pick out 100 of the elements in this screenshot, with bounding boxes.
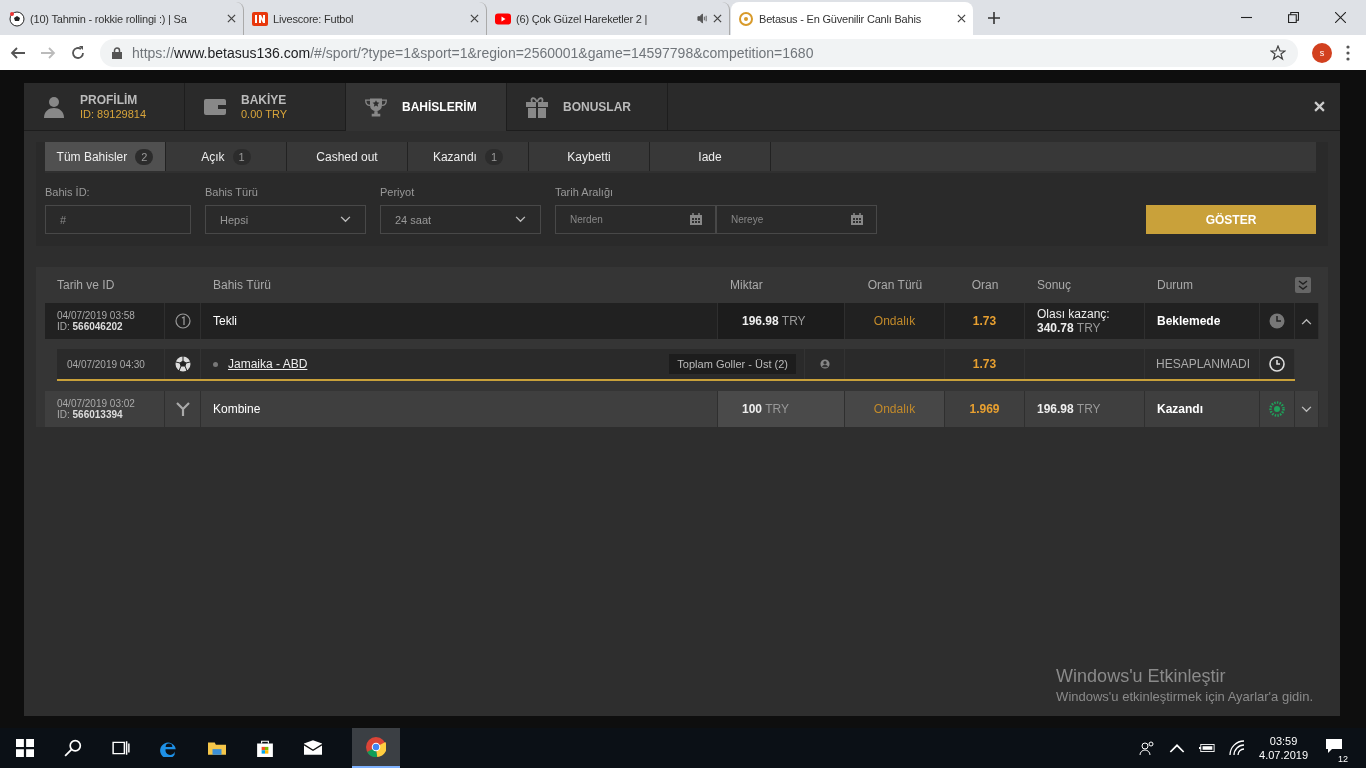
bet-status: Beklemede <box>1157 314 1222 328</box>
filter-tab[interactable]: Kazandı 1 <box>408 142 529 171</box>
task-view-icon[interactable] <box>112 739 130 757</box>
filter-tab[interactable]: Tüm Bahisler 2 <box>45 142 166 171</box>
count-badge: 1 <box>232 148 251 165</box>
column-header: Miktar <box>729 278 764 292</box>
tab-label: Kaybetti <box>567 149 611 164</box>
tab-title: Betasus - En Güvenilir Canlı Bahis <box>759 12 922 25</box>
person-icon <box>42 94 66 119</box>
close-tab-icon[interactable] <box>470 14 479 23</box>
address-field[interactable]: https://www.betasus136.com/#/sport/?type=1&sport=1&region=2560001&game=14597798&competition=1680 <box>100 38 1298 67</box>
chevron-down-icon <box>515 216 526 223</box>
store-bag-icon[interactable] <box>256 739 274 757</box>
restore-icon[interactable] <box>1288 12 1299 23</box>
column-header: Sonuç <box>1036 278 1073 292</box>
account-tab[interactable]: BONUSLAR <box>507 83 668 130</box>
tab-subtitle: ID: 89129814 <box>80 108 147 120</box>
tab-label: Tüm Bahisler <box>56 149 128 164</box>
odds-value: 1.969 <box>969 402 1000 416</box>
odds-value: 1.73 <box>972 314 997 328</box>
field-label: Bahis İD: <box>45 186 91 198</box>
tab-title: BAHİSLERİM <box>402 100 477 114</box>
notifications-icon[interactable] <box>1326 738 1342 754</box>
wifi-icon[interactable] <box>1229 740 1246 756</box>
close-tab-icon[interactable] <box>713 14 722 23</box>
merge-arrows-icon <box>174 401 191 417</box>
close-tab-icon[interactable] <box>227 14 236 23</box>
tab-title: Livescore: Futbol <box>273 12 355 25</box>
calendar-icon[interactable] <box>851 213 863 225</box>
bet-row[interactable]: 04/07/2019 03:58 ID: 566046202 Tekli 196.98 TRY Ondalık 1.73 Olası kazanç: 340.78 TRY Beklemede <box>45 303 1319 339</box>
browser-tab[interactable]: Betasus - En Güvenilir Canlı Bahis <box>731 2 973 35</box>
column-header: Tarih ve ID <box>56 278 116 292</box>
bet-date: 04/07/2019 03:58 <box>57 310 136 321</box>
url-text: https://www.betasus136.com/#/sport/?type=1&sport=1&region=2560001&game=14597798&competition=1680 <box>132 44 815 61</box>
menu-icon[interactable] <box>1346 44 1350 61</box>
bet-id-field[interactable]: # <box>45 205 191 234</box>
match-link[interactable]: Jamaika - ABD <box>228 357 308 371</box>
mail-icon[interactable] <box>304 739 322 757</box>
chevron-up-icon[interactable] <box>1301 317 1312 325</box>
chevron-down-icon[interactable] <box>1301 405 1312 413</box>
star-icon[interactable] <box>1270 44 1286 61</box>
event-date: 04/07/2019 04:30 <box>57 349 165 379</box>
gift-icon <box>525 94 549 119</box>
odds-type: Ondalık <box>873 314 916 328</box>
odds-value: 1.73 <box>945 349 1025 379</box>
dropdown[interactable]: Hepsi <box>205 205 366 234</box>
field-label: Tarih Aralığı <box>555 186 615 198</box>
search-icon[interactable] <box>64 739 82 757</box>
speaker-icon[interactable] <box>697 13 708 24</box>
close-icon[interactable] <box>1335 12 1346 23</box>
profile-avatar[interactable]: s <box>1312 42 1332 63</box>
calendar-icon[interactable] <box>690 213 702 225</box>
back-arrow-icon[interactable] <box>10 44 26 61</box>
filter-tab[interactable]: Açık 1 <box>166 142 287 171</box>
bet-type: Tekli <box>213 314 238 328</box>
filter-tab[interactable]: Cashed out <box>287 142 408 171</box>
lock-icon <box>112 46 122 59</box>
tab-title: BONUSLAR <box>563 99 631 114</box>
folder-icon[interactable] <box>208 739 226 757</box>
column-header: Bahis Türü <box>212 278 272 292</box>
account-tab[interactable]: BAHİSLERİM <box>346 83 507 131</box>
bet-date: 04/07/2019 03:02 <box>57 398 136 409</box>
result-value: 196.98 TRY <box>1037 402 1102 416</box>
field-label: Periyot <box>380 186 416 198</box>
tab-title: PROFİLİM <box>80 93 139 107</box>
clock[interactable]: 03:59 4.07.2019 <box>1259 735 1308 761</box>
windows-start-icon[interactable] <box>16 739 34 757</box>
reload-icon[interactable] <box>70 44 86 61</box>
tab-title: (6) Çok Güzel Hareketler 2 | <box>516 12 649 25</box>
people-icon[interactable] <box>1139 740 1156 756</box>
chrome-taskbar-button[interactable] <box>352 728 400 768</box>
date-from-field[interactable]: Nerden <box>555 205 716 234</box>
dropdown[interactable]: 24 saat <box>380 205 541 234</box>
bet-row[interactable]: 04/07/2019 03:02 ID: 566013394 Kombine 100 TRY Ondalık 1.969 196.98 TRY Kazandı <box>45 391 1319 427</box>
chevron-down-icon <box>340 216 351 223</box>
collapse-all-icon[interactable] <box>1295 277 1311 293</box>
date-to-field[interactable]: Nereye <box>716 205 877 234</box>
bet-status: Kazandı <box>1157 402 1204 416</box>
close-tab-icon[interactable] <box>957 14 966 23</box>
tab-label: Açık <box>201 149 225 164</box>
market-tag: Toplam Goller - Üst (2) <box>669 354 796 374</box>
tab-title: BAKİYE <box>241 93 288 107</box>
filter-tab[interactable]: Iade <box>650 142 771 171</box>
account-tab[interactable]: PROFİLİM ID: 89129814 <box>24 83 185 130</box>
tab-label: Iade <box>698 149 722 164</box>
chrome-icon <box>366 737 386 757</box>
bet-amount: 196.98 TRY <box>741 314 807 328</box>
result-value: 340.78 TRY <box>1037 321 1102 335</box>
notification-count: 12 <box>1336 754 1350 764</box>
new-tab-icon[interactable] <box>988 12 1000 24</box>
bet-id: ID: 566013394 <box>57 409 124 420</box>
bet-amount: 100 TRY <box>741 402 790 416</box>
clock-icon <box>1269 356 1285 372</box>
field-label: Bahis Türü <box>205 186 259 198</box>
clock-time: 03:59 <box>1269 735 1298 747</box>
odds-type: Ondalık <box>873 402 916 416</box>
bet-id: ID: 566046202 <box>57 321 124 332</box>
sun-logo-icon <box>738 10 754 27</box>
soccer-ball-icon <box>9 10 25 27</box>
filter-tab[interactable]: Kaybetti <box>529 142 650 171</box>
